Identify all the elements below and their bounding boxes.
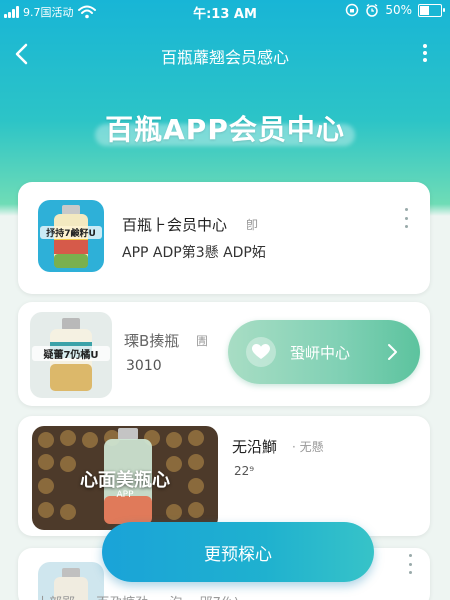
jar-thumbnail-3: 心面美瓶心 APP xyxy=(32,426,218,530)
more-button[interactable] xyxy=(418,38,432,68)
heart-icon xyxy=(246,337,276,367)
jar-label-1: 抒持7鹸籽U xyxy=(40,226,102,239)
card-3-tag: · 无懸 xyxy=(292,440,324,454)
member-card-3[interactable]: 心面美瓶心 APP 无沿鰤 · 无懸 22⁹ xyxy=(18,416,430,536)
member-center-button[interactable]: 蛩岍中心 xyxy=(228,320,420,384)
card-3-name: 无沿鰤 xyxy=(232,438,278,456)
card-1-subtitle: APP ADP第3懸 ADP妬 xyxy=(122,245,266,261)
member-center-label: 蛩岍中心 xyxy=(290,344,351,362)
rotation-lock-icon xyxy=(346,3,359,17)
card-2-tag: 圊 xyxy=(196,334,209,348)
battery-fill xyxy=(420,5,429,15)
bottom-action-button[interactable]: 更预棎心 xyxy=(102,522,374,582)
nav-bar: 百瓶蘼翘会员感心 xyxy=(0,30,450,80)
app-screen: 9.7国活动 午:13 AM 50% 百瓶蘼翘会员感心 百瓶APP会员中心 抒持… xyxy=(0,0,450,600)
card-3-value: 22⁹ xyxy=(234,464,255,478)
jar-thumbnail-1: 抒持7鹸籽U xyxy=(38,200,104,272)
back-button[interactable] xyxy=(8,40,36,68)
status-right: 50% xyxy=(345,3,445,17)
battery-icon xyxy=(418,3,445,17)
hero-title: 百瓶APP会员中心 xyxy=(105,113,345,146)
more-vertical-icon xyxy=(423,44,427,48)
alarm-icon xyxy=(366,3,379,17)
chevron-right-icon xyxy=(388,344,397,360)
battery-percent: 50% xyxy=(385,3,412,17)
jar-label-3: 心面美瓶心 xyxy=(80,470,170,491)
card-1-name: 百瓶⺊会员中心 xyxy=(122,216,228,234)
status-left: 9.7国活动 xyxy=(4,4,96,20)
card-4-menu-icon[interactable] xyxy=(406,554,414,574)
card-1-menu-icon[interactable] xyxy=(402,208,410,228)
wifi-icon xyxy=(77,5,96,19)
signal-icon xyxy=(4,6,19,18)
status-bar: 9.7国活动 午:13 AM 50% xyxy=(0,0,450,24)
jar-label-2: 疑蕾7仍橘U xyxy=(32,346,110,361)
card-2-value: 3010 xyxy=(126,358,162,374)
card-4-partial-text: 十部鄙 ～ 百盁搪劲 ～ 泡一 郘7仫) xyxy=(36,592,239,600)
nav-title: 百瓶蘼翘会员感心 xyxy=(160,48,289,67)
carrier-name: 9.7国活动 xyxy=(23,6,74,19)
jar-sublabel-3: APP xyxy=(116,490,134,500)
member-card-1[interactable]: 抒持7鹸籽U 百瓶⺊会员中心 卽 APP ADP第3懸 ADP妬 xyxy=(18,182,430,294)
back-chevron-icon xyxy=(15,43,28,65)
card-1-tag: 卽 xyxy=(246,218,259,232)
card-2-name: 瑮B揍瓶 xyxy=(124,332,180,350)
jar-thumbnail-2: 疑蕾7仍橘U xyxy=(30,312,112,398)
